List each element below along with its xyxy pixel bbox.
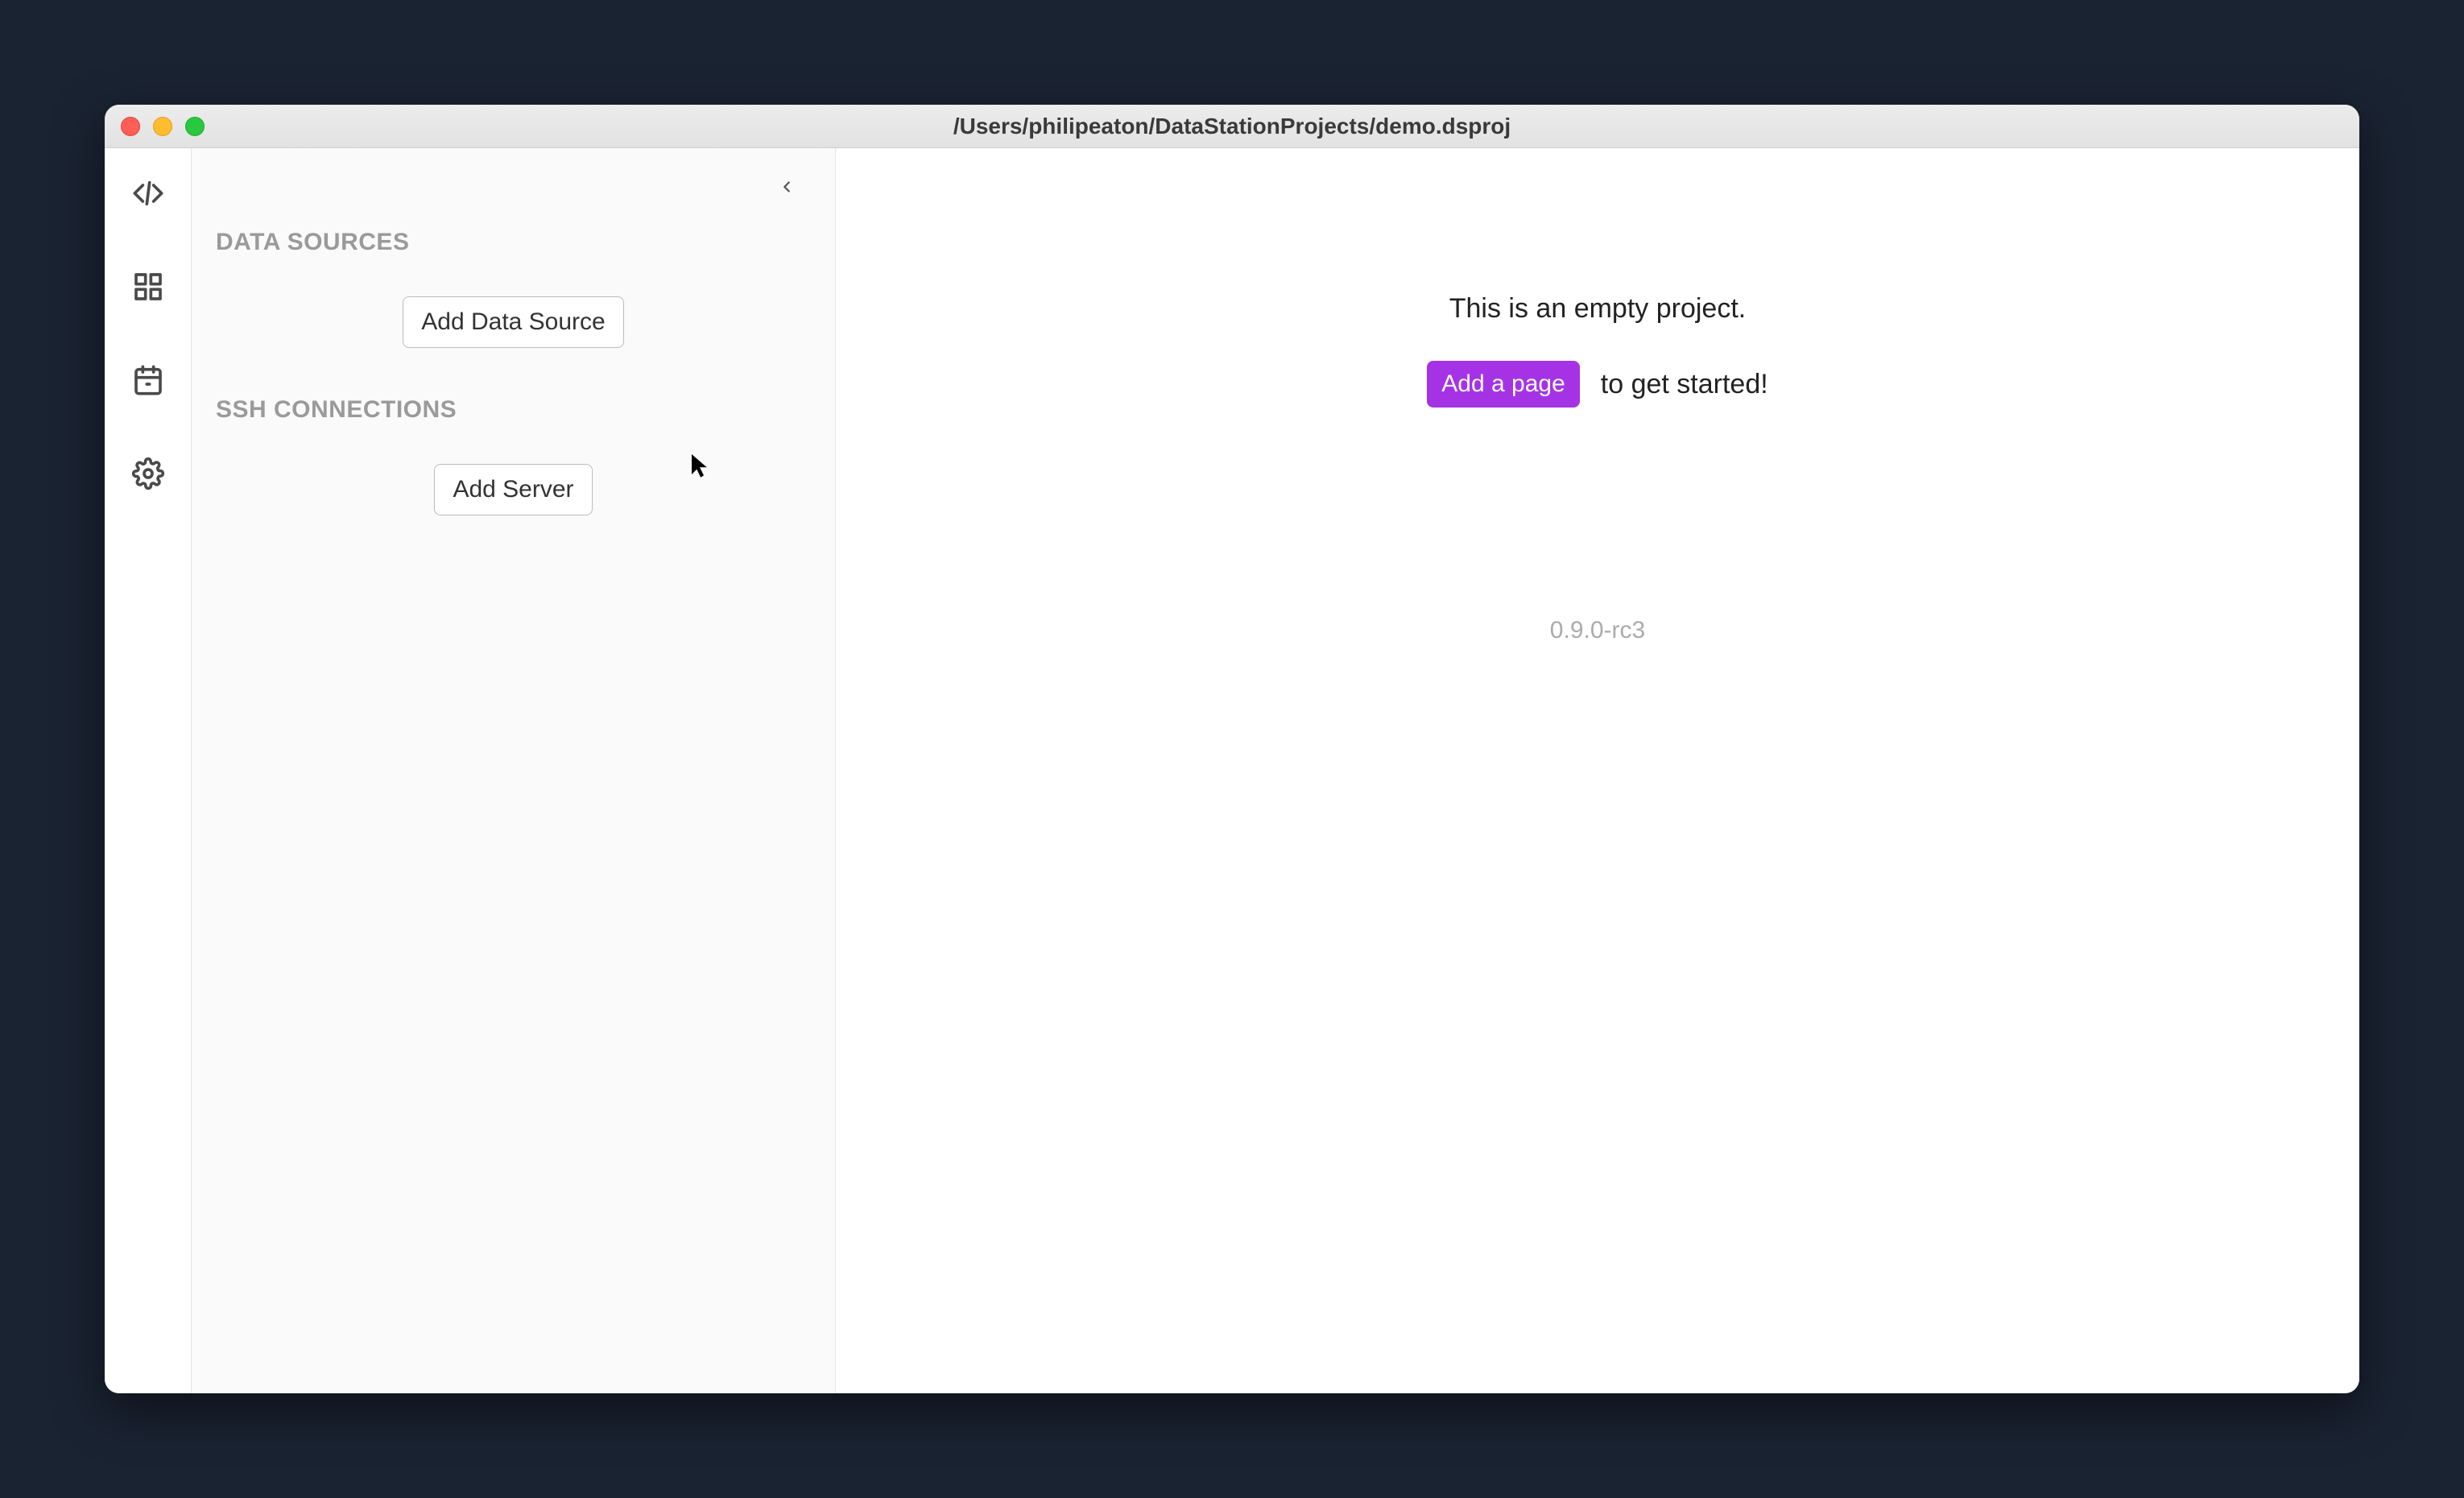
- rail-dashboard-button[interactable]: [126, 266, 171, 311]
- sidebar: Data Sources Add Data Source SSH Connect…: [192, 148, 836, 1393]
- cta-row: Add a page to get started!: [1427, 361, 1767, 408]
- code-icon: [132, 177, 164, 213]
- chevron-left-icon: [778, 178, 796, 200]
- window-close-button[interactable]: [121, 117, 140, 136]
- icon-rail: [105, 148, 192, 1393]
- main-content: This is an empty project. Add a page to …: [836, 148, 2359, 1393]
- calendar-icon: [132, 364, 164, 400]
- rail-scheduler-button[interactable]: [126, 359, 171, 404]
- window-maximize-button[interactable]: [185, 117, 205, 136]
- collapse-sidebar-button[interactable]: [771, 172, 803, 205]
- empty-project-message: This is an empty project.: [1449, 293, 1746, 325]
- rail-settings-button[interactable]: [126, 453, 171, 498]
- rail-code-button[interactable]: [126, 172, 171, 217]
- ssh-connections-heading: SSH Connections: [216, 396, 811, 424]
- add-server-button[interactable]: Add Server: [434, 464, 592, 515]
- version-label: 0.9.0-rc3: [1550, 617, 1645, 644]
- add-data-source-button[interactable]: Add Data Source: [403, 296, 623, 348]
- app-body: Data Sources Add Data Source SSH Connect…: [105, 148, 2359, 1393]
- window-title: /Users/philipeaton/DataStationProjects/d…: [105, 114, 2359, 139]
- gear-icon: [132, 457, 164, 494]
- traffic-lights: [121, 117, 205, 136]
- app-window: /Users/philipeaton/DataStationProjects/d…: [105, 105, 2359, 1393]
- data-sources-heading: Data Sources: [216, 229, 811, 256]
- dashboard-icon: [132, 271, 164, 307]
- cursor-icon: [691, 454, 709, 478]
- window-minimize-button[interactable]: [153, 117, 172, 136]
- titlebar: /Users/philipeaton/DataStationProjects/d…: [105, 105, 2359, 148]
- add-page-button[interactable]: Add a page: [1427, 361, 1579, 408]
- cta-suffix-text: to get started!: [1601, 369, 1768, 400]
